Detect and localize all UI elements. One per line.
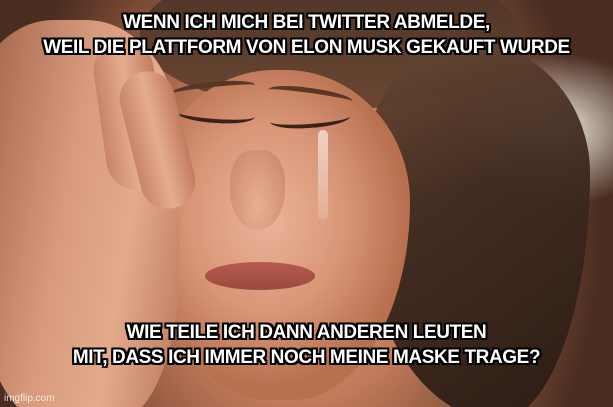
top-caption: WENN ICH MICH BEI TWITTER ABMELDE, WEIL … [0, 10, 613, 60]
tear [318, 130, 328, 220]
imgflip-watermark: imgflip.com [4, 393, 55, 404]
mouth [205, 262, 315, 290]
bottom-caption-line-2: MIT, DASS ICH IMMER NOCH MEINE MASKE TRA… [72, 347, 541, 368]
nose [230, 150, 285, 230]
bottom-caption-line-1: WIE TEILE ICH DANN ANDEREN LEUTEN [126, 322, 487, 343]
bottom-caption: WIE TEILE ICH DANN ANDEREN LEUTEN MIT, D… [0, 320, 613, 370]
meme-image: WENN ICH MICH BEI TWITTER ABMELDE, WEIL … [0, 0, 613, 407]
top-caption-line-1: WENN ICH MICH BEI TWITTER ABMELDE, [123, 12, 490, 33]
top-caption-line-2: WEIL DIE PLATTFORM VON ELON MUSK GEKAUFT… [43, 37, 570, 58]
